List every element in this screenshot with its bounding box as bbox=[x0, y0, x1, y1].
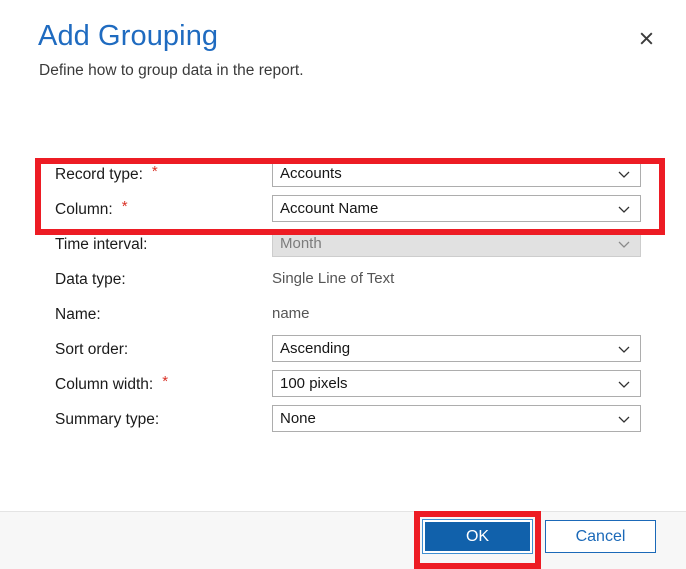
form-row-summary-type: Summary type: None bbox=[0, 405, 686, 440]
column-width-select[interactable]: 100 pixels bbox=[272, 370, 641, 397]
required-asterisk-icon: * bbox=[162, 373, 169, 390]
form-row-name: Name: name bbox=[0, 300, 686, 335]
control-column-width: 100 pixels bbox=[272, 370, 641, 397]
cancel-button[interactable]: Cancel bbox=[545, 520, 656, 553]
column-width-selected-value: 100 pixels bbox=[280, 375, 348, 392]
form-row-column: Column: * Account Name bbox=[0, 195, 686, 230]
form-row-data-type: Data type: Single Line of Text bbox=[0, 265, 686, 300]
label-text: Summary type: bbox=[55, 410, 160, 428]
dialog-header: Add Grouping Define how to group data in… bbox=[0, 0, 686, 100]
add-grouping-dialog: Add Grouping Define how to group data in… bbox=[0, 0, 686, 569]
label-sort-order: Sort order: bbox=[55, 335, 128, 364]
form-row-column-width: Column width: * 100 pixels bbox=[0, 370, 686, 405]
label-text: Data type: bbox=[55, 270, 126, 288]
label-text: Record type: bbox=[55, 165, 143, 183]
sort-order-select[interactable]: Ascending bbox=[272, 335, 641, 362]
chevron-down-icon bbox=[617, 342, 631, 356]
required-asterisk-icon: * bbox=[121, 198, 128, 215]
label-time-interval: Time interval: bbox=[55, 230, 147, 259]
control-summary-type: None bbox=[272, 405, 641, 432]
name-value: name bbox=[272, 305, 310, 322]
grouping-form: Record type: * Accounts Column: * Account Nam… bbox=[0, 160, 686, 460]
label-text: Column: bbox=[55, 200, 113, 218]
chevron-down-icon bbox=[617, 377, 631, 391]
control-record-type: Accounts bbox=[272, 160, 641, 187]
label-record-type: Record type: * bbox=[55, 160, 158, 189]
label-column-width: Column width: * bbox=[55, 370, 168, 399]
column-select[interactable]: Account Name bbox=[272, 195, 641, 222]
record-type-select[interactable]: Accounts bbox=[272, 160, 641, 187]
dialog-subtitle: Define how to group data in the report. bbox=[39, 62, 304, 79]
label-text: Sort order: bbox=[55, 340, 129, 358]
control-column: Account Name bbox=[272, 195, 641, 222]
chevron-down-icon bbox=[617, 167, 631, 181]
close-icon[interactable] bbox=[630, 22, 662, 54]
chevron-down-icon bbox=[617, 412, 631, 426]
data-type-value: Single Line of Text bbox=[272, 270, 395, 287]
label-data-type: Data type: bbox=[55, 265, 126, 294]
form-row-time-interval: Time interval: Month bbox=[0, 230, 686, 265]
label-summary-type: Summary type: bbox=[55, 405, 159, 434]
label-column: Column: * bbox=[55, 195, 128, 224]
ok-button[interactable]: OK bbox=[422, 519, 533, 554]
control-data-type: Single Line of Text bbox=[272, 265, 641, 292]
label-text: Time interval: bbox=[55, 235, 148, 253]
label-text: Column width: bbox=[55, 375, 154, 393]
required-asterisk-icon: * bbox=[151, 163, 158, 180]
summary-type-selected-value: None bbox=[280, 410, 316, 427]
page-title: Add Grouping bbox=[38, 20, 219, 52]
chevron-down-icon bbox=[617, 237, 631, 251]
form-row-sort-order: Sort order: Ascending bbox=[0, 335, 686, 370]
control-sort-order: Ascending bbox=[272, 335, 641, 362]
label-name: Name: bbox=[55, 300, 101, 329]
sort-order-selected-value: Ascending bbox=[280, 340, 351, 357]
form-row-record-type: Record type: * Accounts bbox=[0, 160, 686, 195]
time-interval-selected-value: Month bbox=[280, 235, 322, 252]
summary-type-select[interactable]: None bbox=[272, 405, 641, 432]
control-time-interval: Month bbox=[272, 230, 641, 257]
record-type-selected-value: Accounts bbox=[280, 165, 342, 182]
control-name: name bbox=[272, 300, 641, 327]
column-selected-value: Account Name bbox=[280, 200, 379, 217]
label-text: Name: bbox=[55, 305, 101, 323]
time-interval-select: Month bbox=[272, 230, 641, 257]
chevron-down-icon bbox=[617, 202, 631, 216]
